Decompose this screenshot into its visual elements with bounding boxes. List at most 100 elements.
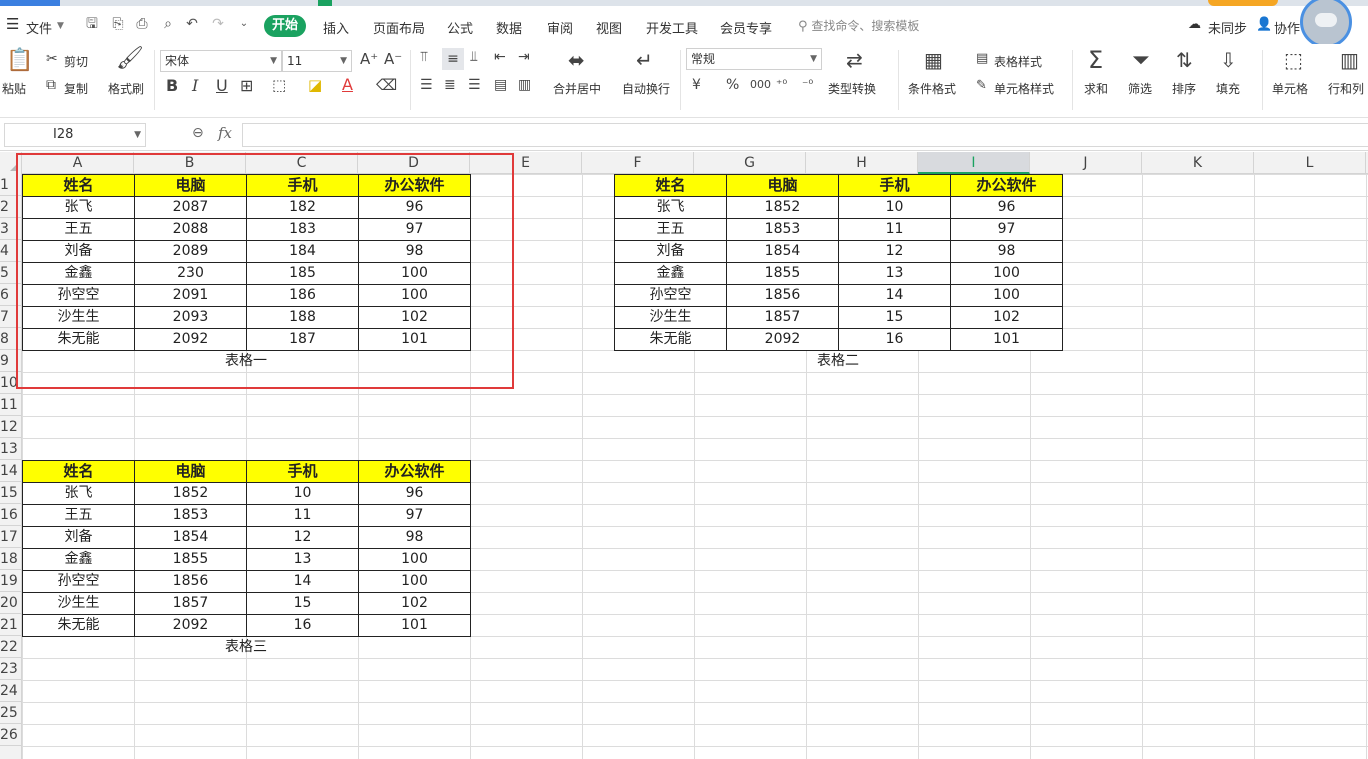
table-cell[interactable]: 2092 [726,328,839,351]
type-convert-icon[interactable]: ⇄ [846,50,863,70]
row-header[interactable]: 15 [0,482,22,504]
tab-developer[interactable]: 开发工具 [646,18,698,37]
table-cell[interactable]: 2092 [134,328,247,351]
row-header[interactable]: 25 [0,702,22,724]
table-cell[interactable]: 朱无能 [22,614,135,637]
table-cell[interactable]: 185 [246,262,359,285]
format-painter-button[interactable]: 格式刷 [108,80,144,97]
column-header[interactable]: K [1142,152,1254,174]
table-cell[interactable]: 11 [838,218,951,241]
table-cell[interactable]: 230 [134,262,247,285]
scissors-icon[interactable]: ✂ [46,52,58,66]
table-cell[interactable]: 101 [358,328,471,351]
column-header[interactable]: D [358,152,470,174]
wrap-text-button[interactable]: 自动换行 [622,80,670,97]
table-cell[interactable]: 102 [950,306,1063,329]
header-cell[interactable]: 姓名 [22,460,135,483]
row-header[interactable]: 17 [0,526,22,548]
underline-button[interactable]: U [216,78,228,94]
table-cell[interactable]: 张飞 [22,482,135,505]
command-search[interactable]: ⚲ 查找命令、搜索模板 [798,17,919,34]
table-cell[interactable]: 186 [246,284,359,307]
table-cell[interactable]: 12 [838,240,951,263]
row-header[interactable]: 23 [0,658,22,680]
tab-view[interactable]: 视图 [596,18,622,37]
table-cell[interactable]: 10 [246,482,359,505]
merge-center-icon[interactable]: ⬌ [568,50,585,70]
column-header[interactable]: L [1254,152,1366,174]
header-cell[interactable]: 办公软件 [358,174,471,197]
chevron-down-icon[interactable]: ▼ [57,21,64,31]
undo-icon[interactable]: ↶ [184,16,200,32]
table-cell[interactable]: 沙生生 [614,306,727,329]
paste-button[interactable]: 粘贴 [2,80,26,97]
row-header[interactable]: 1 [0,174,22,196]
italic-button[interactable]: I [192,78,198,94]
table-cell[interactable]: 2088 [134,218,247,241]
table-cell[interactable]: 张飞 [22,196,135,219]
header-cell[interactable]: 手机 [246,174,359,197]
cell-icon[interactable]: ⬚ [1284,50,1303,70]
table-cell[interactable]: 孙空空 [614,284,727,307]
filter-button[interactable]: 筛选 [1128,80,1152,97]
table-style-icon[interactable]: ▤ [976,52,988,65]
borders-icon[interactable]: ⊞ [240,78,253,94]
copy-icon[interactable]: ⧉ [46,78,56,92]
table-cell[interactable]: 朱无能 [22,328,135,351]
header-cell[interactable]: 姓名 [22,174,135,197]
table-cell[interactable]: 王五 [22,504,135,527]
copy-button[interactable]: 复制 [64,80,88,97]
table-cell[interactable]: 张飞 [614,196,727,219]
table-cell[interactable]: 98 [358,240,471,263]
header-cell[interactable]: 电脑 [726,174,839,197]
align-center-icon[interactable]: ≣ [444,78,456,92]
table-cell[interactable]: 1857 [134,592,247,615]
table-cell[interactable]: 1852 [134,482,247,505]
row-header[interactable]: 8 [0,328,22,350]
table-cell[interactable]: 100 [358,570,471,593]
header-cell[interactable]: 手机 [838,174,951,197]
table-cell[interactable]: 王五 [614,218,727,241]
table-cell[interactable]: 96 [950,196,1063,219]
table-cell[interactable]: 14 [246,570,359,593]
row-header[interactable]: 10 [0,372,22,394]
header-cell[interactable]: 办公软件 [950,174,1063,197]
column-header[interactable]: I [918,152,1030,174]
redo-icon[interactable]: ↷ [210,16,226,32]
tab-home[interactable]: 开始 [264,15,306,37]
cell-button[interactable]: 单元格 [1272,80,1308,97]
row-header[interactable]: 5 [0,262,22,284]
row-header[interactable]: 2 [0,196,22,218]
table-cell[interactable]: 10 [838,196,951,219]
table-cell[interactable]: 98 [950,240,1063,263]
table-cell[interactable]: 1856 [134,570,247,593]
align-left-icon[interactable]: ☰ [420,78,433,92]
row-header[interactable]: 18 [0,548,22,570]
table-cell[interactable]: 2093 [134,306,247,329]
insert-function-button[interactable]: fx [218,124,232,142]
filter-icon[interactable]: ⏷ [1132,50,1150,72]
distribute-icon[interactable]: ▥ [518,78,531,92]
table-cell[interactable]: 96 [358,482,471,505]
format-painter-icon[interactable]: 🖌 [116,48,144,70]
sync-status[interactable]: 未同步 [1208,18,1247,37]
row-header[interactable]: 22 [0,636,22,658]
currency-button[interactable]: ¥ [692,78,701,92]
table-cell[interactable]: 15 [246,592,359,615]
row-header[interactable]: 4 [0,240,22,262]
table-cell[interactable]: 12 [246,526,359,549]
increase-font-icon[interactable]: A⁺ [360,52,378,67]
table-cell[interactable]: 1857 [726,306,839,329]
column-header[interactable]: E [470,152,582,174]
table-cell[interactable]: 13 [246,548,359,571]
wrap-text-icon[interactable]: ↵ [636,50,653,70]
table-cell[interactable]: 184 [246,240,359,263]
table-cell[interactable]: 刘备 [22,526,135,549]
decrease-font-icon[interactable]: A⁻ [384,52,402,67]
collaborate-button[interactable]: 协作 [1274,18,1300,37]
table-cell[interactable]: 98 [358,526,471,549]
zoom-formula-icon[interactable]: ⊖ [192,125,204,141]
tab-data[interactable]: 数据 [496,18,522,37]
table-cell[interactable]: 沙生生 [22,306,135,329]
align-right-icon[interactable]: ☰ [468,78,481,92]
